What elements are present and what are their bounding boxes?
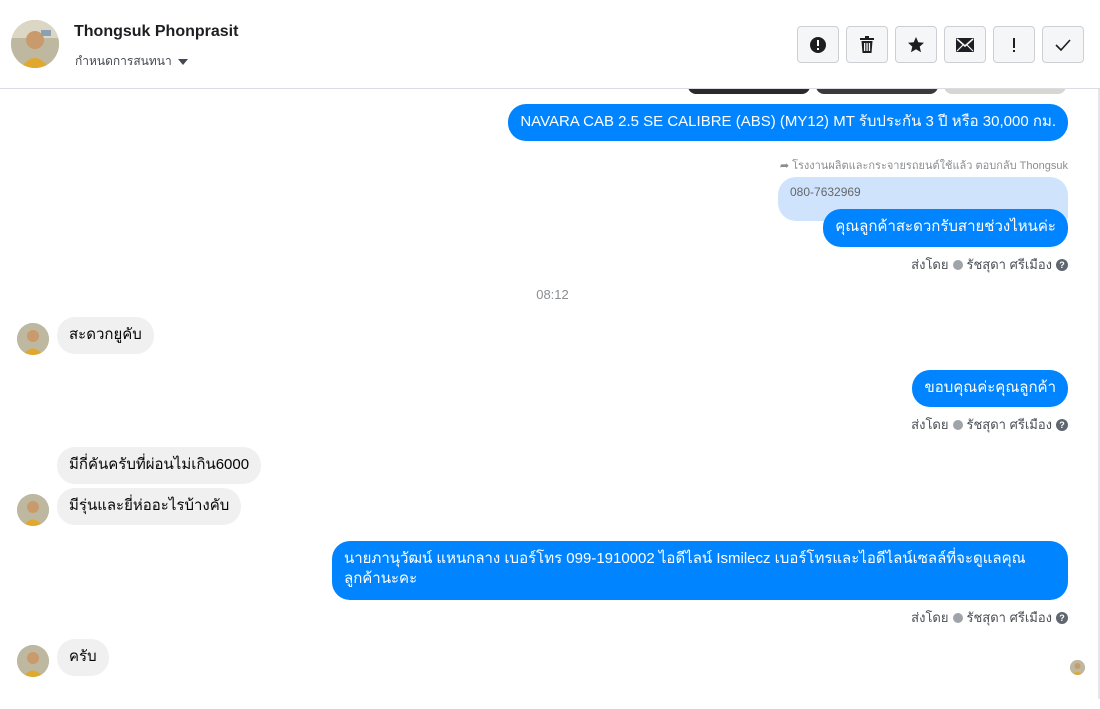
- incoming-message[interactable]: ครับ: [57, 639, 109, 676]
- image-attachments-strip[interactable]: [688, 89, 1066, 94]
- seen-avatar: [1070, 660, 1085, 675]
- reply-note-text: โรงงานผลิตและกระจายรถยนต์ใช้แล้ว ตอบกลับ…: [792, 160, 1068, 172]
- outgoing-message[interactable]: นายภานุวัฒน์ แหนกลาง เบอร์โทร 099-191000…: [332, 541, 1068, 600]
- verified-check-icon: [952, 419, 963, 430]
- caret-down-icon: [177, 58, 188, 65]
- help-icon[interactable]: ?: [1056, 611, 1068, 624]
- star-button[interactable]: [895, 26, 937, 63]
- alert-circle-icon: [810, 36, 826, 53]
- sent-by-label: ส่งโดย: [911, 257, 949, 272]
- sent-by-meta: ส่งโดย รัชสุดา ศรีเมือง ?: [911, 254, 1068, 275]
- contact-avatar-small[interactable]: [17, 645, 49, 677]
- incoming-message[interactable]: มีรุ่นและยี่ห่ออะไรบ้างคับ: [57, 488, 242, 525]
- exclamation-icon: [1013, 37, 1015, 52]
- report-button[interactable]: [797, 26, 839, 63]
- contact-avatar-small[interactable]: [17, 494, 49, 526]
- contact-avatar-small[interactable]: [17, 323, 49, 355]
- outgoing-message[interactable]: NAVARA CAB 2.5 SE CALIBRE (ABS) (MY12) M…: [508, 104, 1068, 141]
- incoming-message[interactable]: มีกี่คันครับที่ผ่อนไม่เกิน6000: [57, 447, 262, 484]
- image-attachment[interactable]: [816, 89, 938, 94]
- contact-avatar[interactable]: [11, 20, 59, 68]
- verified-check-icon: [952, 612, 963, 623]
- message-thread: NAVARA CAB 2.5 SE CALIBRE (ABS) (MY12) M…: [0, 89, 1100, 709]
- outgoing-message[interactable]: ขอบคุณค่ะคุณลูกค้า: [912, 370, 1068, 407]
- conversation-header: Thongsuk Phonprasit กำหนดการสนทนา: [0, 0, 1100, 89]
- sent-by-label: ส่งโดย: [911, 610, 949, 625]
- incoming-message[interactable]: สะดวกยูคับ: [57, 317, 154, 354]
- conversation-settings-label: กำหนดการสนทนา: [75, 54, 172, 68]
- verified-check-icon: [952, 259, 963, 270]
- sender-name[interactable]: รัชสุดา ศรีเมือง: [967, 414, 1053, 435]
- star-icon: [908, 36, 924, 52]
- image-attachment[interactable]: [688, 89, 810, 94]
- mark-unread-button[interactable]: [944, 26, 986, 63]
- reply-arrow-icon: ➦: [779, 159, 790, 172]
- help-icon[interactable]: ?: [1056, 258, 1068, 271]
- sender-name[interactable]: รัชสุดา ศรีเมือง: [967, 607, 1053, 628]
- mark-done-button[interactable]: [1042, 26, 1084, 63]
- envelope-icon: [956, 37, 974, 52]
- checkmark-icon: [1055, 38, 1071, 51]
- spam-button[interactable]: [993, 26, 1035, 63]
- sent-by-meta: ส่งโดย รัชสุดา ศรีเมือง ?: [911, 607, 1068, 628]
- conversation-settings-dropdown[interactable]: กำหนดการสนทนา: [75, 52, 188, 71]
- sent-by-label: ส่งโดย: [911, 417, 949, 432]
- image-attachment[interactable]: [944, 89, 1066, 94]
- sender-name[interactable]: รัชสุดา ศรีเมือง: [967, 254, 1053, 275]
- sent-by-meta: ส่งโดย รัชสุดา ศรีเมือง ?: [911, 414, 1068, 435]
- message-line: ลูกค้านะคะ: [344, 570, 418, 587]
- outgoing-message[interactable]: คุณลูกค้าสะดวกรับสายช่วงไหนค่ะ: [823, 209, 1068, 247]
- trash-icon: [860, 35, 874, 53]
- message-line: นายภานุวัฒน์ แหนกลาง เบอร์โทร 099-191000…: [344, 550, 1026, 567]
- delete-button[interactable]: [846, 26, 888, 63]
- timestamp: 08:12: [536, 287, 569, 302]
- action-toolbar: [797, 26, 1084, 63]
- contact-name[interactable]: Thongsuk Phonprasit: [74, 23, 238, 41]
- help-icon[interactable]: ?: [1056, 418, 1068, 431]
- reply-note: ➦ โรงงานผลิตและกระจายรถยนต์ใช้แล้ว ตอบกล…: [780, 156, 1068, 174]
